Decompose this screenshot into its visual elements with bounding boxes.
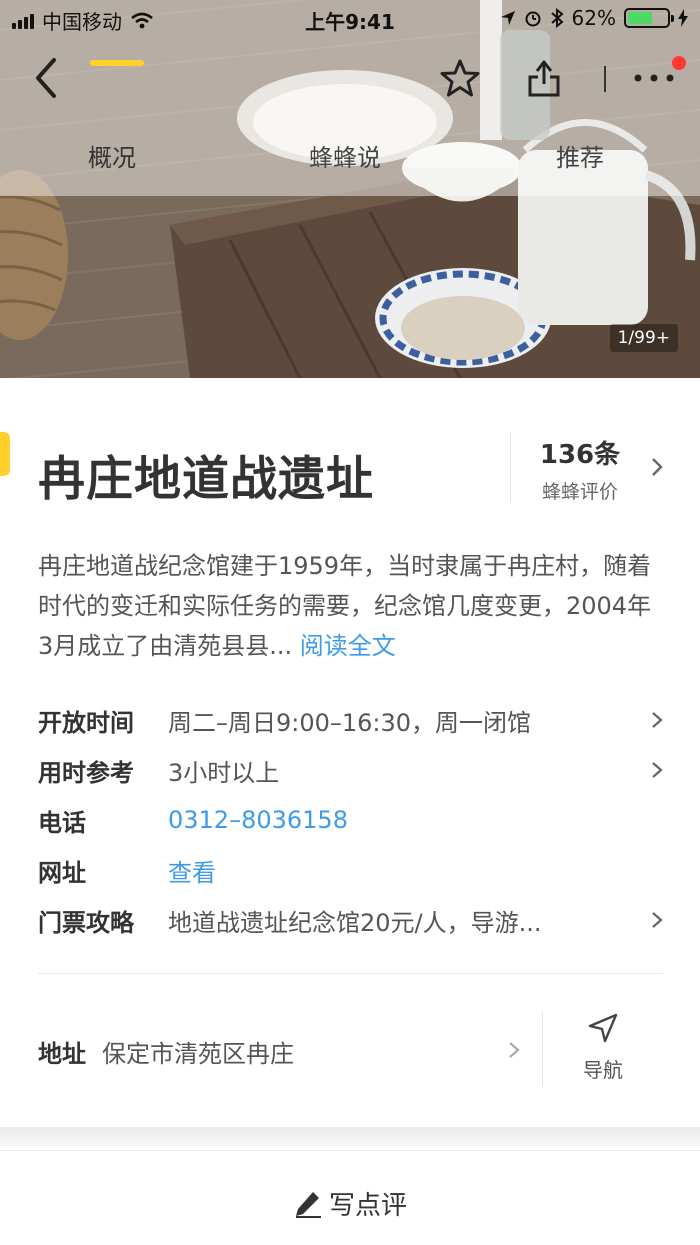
location-arrow-icon (500, 11, 515, 25)
charging-icon (678, 9, 688, 27)
more-icon (634, 74, 674, 82)
info-key: 用时参考 (38, 758, 134, 787)
chevron-right-icon (509, 1042, 520, 1058)
website-link[interactable]: 查看 (168, 853, 639, 888)
review-label: 蜂蜂评价 (541, 481, 618, 503)
back-button[interactable] (22, 54, 70, 102)
info-value: 周二–周日9:00–16:30，周一闭馆 (168, 708, 532, 737)
navigation-arrow-icon (588, 1013, 618, 1043)
phone-link[interactable]: 0312–8036158 (168, 806, 639, 834)
info-key: 网址 (38, 858, 86, 887)
info-row-tickets[interactable]: 门票攻略 地道战遗址纪念馆20元/人，导游... (38, 898, 663, 942)
review-count: 136条 (539, 440, 621, 470)
chevron-right-icon (652, 712, 663, 728)
info-row-website[interactable]: 网址 查看 (38, 848, 663, 892)
back-icon (36, 58, 56, 98)
battery-level (628, 12, 652, 24)
info-key: 门票攻略 (38, 908, 134, 937)
page-title: 冉庄地道战遗址 (38, 452, 374, 507)
address-divider (542, 1012, 543, 1086)
battery-icon (624, 8, 674, 28)
battery-percent: 62% (571, 6, 616, 30)
info-key: 电话 (38, 808, 86, 837)
tab-bar: 概况 蜂蜂说 推荐 (0, 130, 700, 190)
active-tab-indicator (90, 60, 144, 66)
tab-reviews[interactable]: 蜂蜂说 (309, 138, 381, 173)
section-divider (38, 973, 663, 974)
share-button[interactable] (520, 54, 568, 102)
bottom-bar: 写点评 (0, 1150, 700, 1245)
navigate-button[interactable]: 导航 (566, 1012, 640, 1083)
review-divider (510, 432, 511, 502)
hero-photo[interactable]: 中国移动 上午9:41 62% 概况 蜂蜂说 推荐 1/99+ (0, 0, 700, 378)
info-row-phone[interactable]: 电话 0312–8036158 (38, 798, 663, 842)
pencil-icon (295, 1191, 321, 1218)
info-key: 开放时间 (38, 708, 134, 737)
chevron-right-icon (652, 458, 663, 476)
info-value: 地道战遗址纪念馆20元/人，导游... (168, 908, 542, 937)
tab-overview[interactable]: 概况 (88, 138, 136, 173)
read-more-link[interactable]: 阅读全文 (300, 632, 396, 660)
address-key: 地址 (38, 1040, 86, 1068)
nav-divider (604, 66, 606, 92)
navigate-label: 导航 (583, 1058, 623, 1082)
star-icon (440, 59, 480, 97)
write-review-label: 写点评 (328, 1191, 407, 1221)
write-review-button[interactable]: 写点评 (0, 1185, 700, 1222)
favorite-button[interactable] (436, 54, 484, 102)
notification-dot (672, 56, 686, 70)
alarm-icon (525, 11, 541, 27)
chevron-right-icon (652, 762, 663, 778)
section-gap (0, 1127, 700, 1147)
yellow-marker (0, 432, 10, 476)
tab-recommend[interactable]: 推荐 (556, 138, 604, 173)
status-bar: 中国移动 上午9:41 62% (0, 0, 700, 40)
info-value: 3小时以上 (168, 758, 280, 787)
description: 冉庄地道战纪念馆建于1959年，当时隶属于冉庄村，随着时代的变迁和实际任务的需要… (38, 546, 663, 666)
address-value[interactable]: 保定市清苑区冉庄 (102, 1034, 294, 1069)
info-row-duration[interactable]: 用时参考 3小时以上 (38, 748, 663, 792)
info-row-hours[interactable]: 开放时间 周二–周日9:00–16:30，周一闭馆 (38, 698, 663, 742)
review-summary[interactable]: 136条 蜂蜂评价 (520, 434, 640, 504)
chevron-right-icon (652, 912, 663, 928)
share-icon (528, 60, 560, 97)
photo-counter: 1/99+ (609, 324, 678, 352)
bluetooth-icon (550, 8, 564, 28)
